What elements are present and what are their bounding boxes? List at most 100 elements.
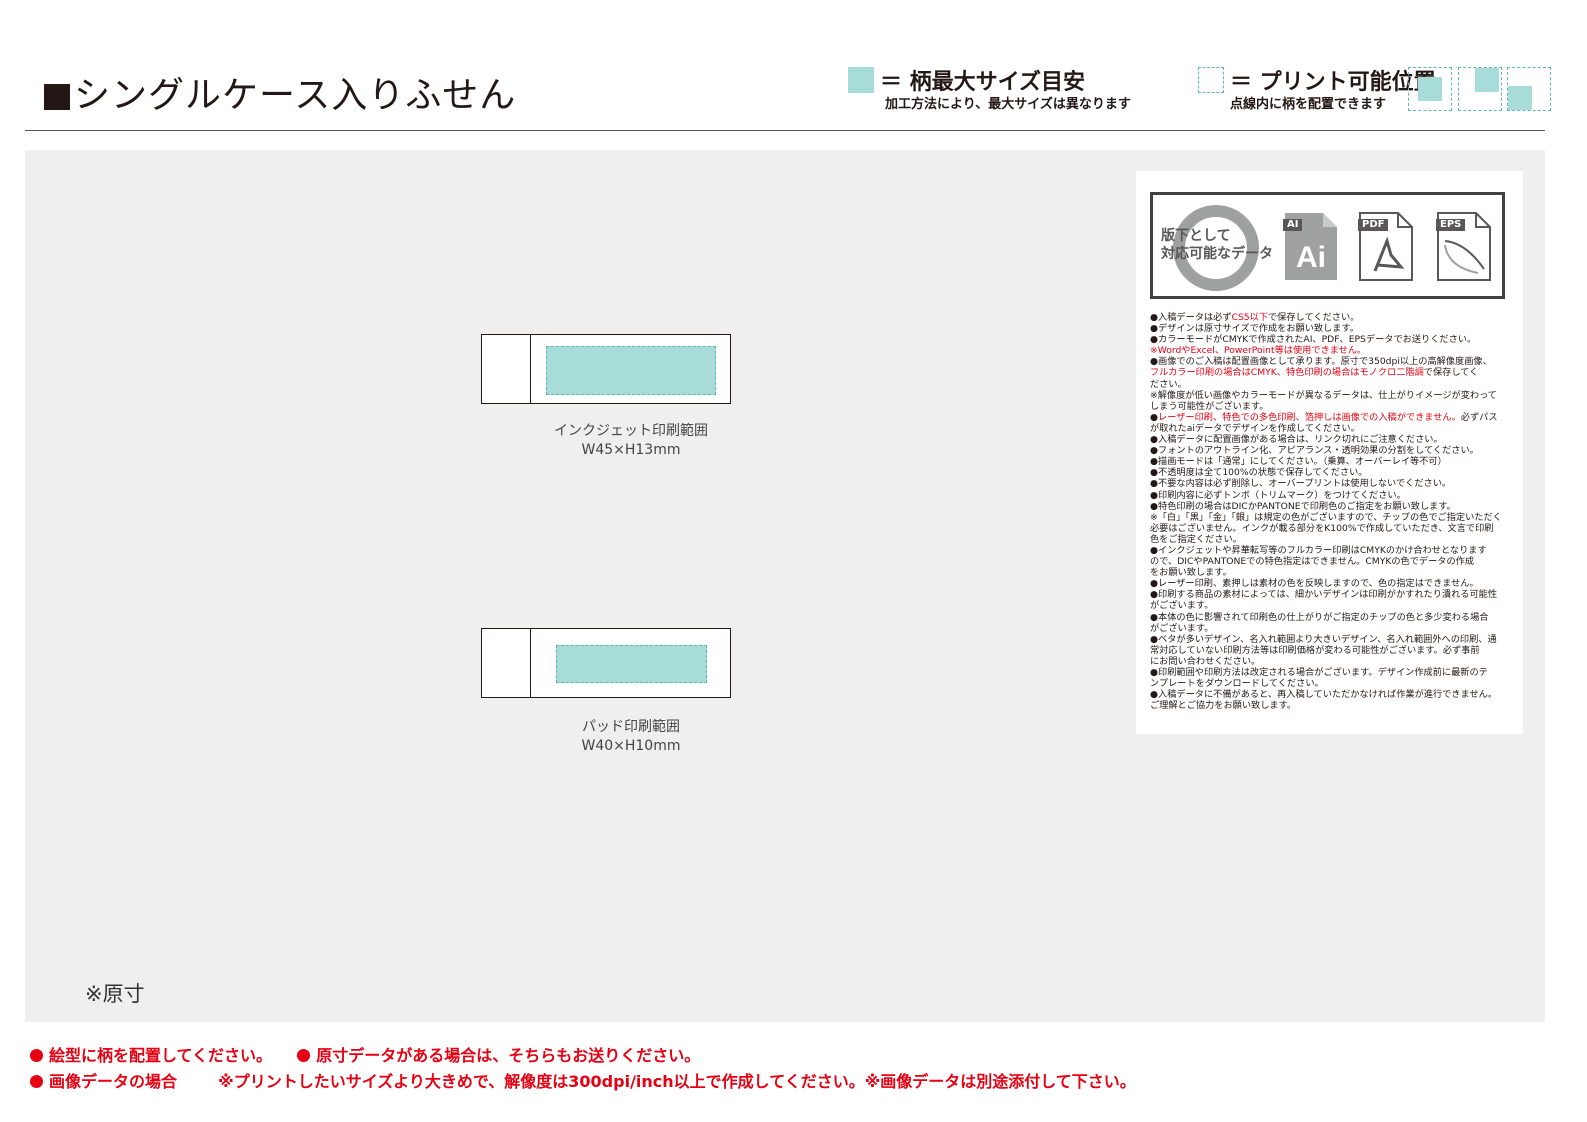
print-position-swatch [1198, 67, 1224, 93]
pdf-file-icon: PDF [1358, 211, 1414, 282]
data-rule-text: ださい。 [1150, 378, 1187, 390]
data-rule-text: ●デザインは原寸サイズで作成をお願い致します。 [1150, 323, 1359, 335]
data-rule-item: ●ベタが多いデザイン、名入れ範囲より大きいデザイン、名入れ範囲外への印刷、通 [1150, 634, 1512, 645]
data-rule-text: ●印刷する商品の素材によっては、細かいデザインは印刷がかすれたり潰れる可能性 [1150, 589, 1498, 601]
data-rule-item: ●入稿データは必ずCS5以下で保存してください。 [1150, 312, 1512, 323]
data-rule-text: がございます。 [1150, 622, 1214, 634]
case-cap-line [530, 335, 531, 403]
data-rule-text: ●不透明度は全て100%の状態で保存してください。 [1150, 467, 1368, 479]
red-bullet-icon [297, 1049, 311, 1062]
pad-area-name: パッド印刷範囲 [582, 719, 680, 735]
page-title: シングルケース入りふせん [44, 74, 516, 118]
data-rule-text: ●不要な内容は必ず削除し、オーバープリントは使用しないでください。 [1150, 478, 1452, 490]
legend-max-size-label: ＝ 柄最大サイズ目安 [880, 70, 1085, 95]
data-rule-text: 必ずパス [1460, 411, 1498, 423]
data-rule-item: ●インクジェットや昇華転写等のフルカラー印刷はCMYKのかけ合わせとなります [1150, 545, 1512, 556]
inkjet-print-area[interactable] [546, 346, 716, 395]
data-rule-item: が取れたaiデータでデザインを作成してください。 [1150, 423, 1512, 434]
data-rule-item: ので、DICやPANTONEでの特色指定はできません。CMYKの色でデータの作成 [1150, 556, 1512, 567]
data-rule-text: で保存してく [1423, 367, 1479, 379]
page-title-text: シングルケース入りふせん [74, 75, 517, 116]
product-case-inkjet [481, 334, 731, 404]
placement-fill [1418, 77, 1442, 101]
ai-file-label: AI [1283, 219, 1303, 231]
data-rule-item: ださい。 [1150, 379, 1512, 390]
data-rule-item: ンプレートをダウンロードしてください。 [1150, 678, 1512, 689]
supported-formats-label: 版下として 対応可能なデータ [1161, 227, 1273, 263]
data-rule-text: ご理解とご協力をお願い致します。 [1150, 700, 1297, 712]
data-rule-item: にお問い合わせください。 [1150, 656, 1512, 667]
data-rule-text: にお問い合わせください。 [1150, 655, 1261, 667]
data-rule-item: ご理解とご協力をお願い致します。 [1150, 700, 1512, 711]
data-rules-list: ●入稿データは必ずCS5以下で保存してください。 ●デザインは原寸サイズで作成をお… [1150, 312, 1512, 711]
data-rule-item: がございます。 [1150, 623, 1512, 634]
data-rule-item: ●カラーモードがCMYKで作成されたAI、PDF、EPSデータでお送りください。 [1150, 334, 1512, 345]
data-rule-item: しまう可能性がございます。 [1150, 401, 1512, 412]
data-rule-item: ●フォントのアウトライン化、アピアランス・透明効果の分割をしてください。 [1150, 445, 1512, 456]
pad-area-caption: パッド印刷範囲 W40×H10mm [481, 718, 781, 756]
data-rule-item: ●印刷内容に必ずトンボ（トリムマーク）をつけてください。 [1150, 490, 1512, 501]
data-rule-item: ※WordやExcel、PowerPoint等は使用できません。 [1150, 345, 1512, 356]
data-rule-text: ンプレートをダウンロードしてください。 [1150, 678, 1324, 690]
pad-print-area[interactable] [556, 645, 707, 683]
ai-file-icon: Ai AI [1283, 211, 1339, 282]
data-rule-text: ●ベタが多いデザイン、名入れ範囲より大きいデザイン、名入れ範囲外への印刷、通 [1150, 633, 1497, 645]
data-rule-text: 色をご指定ください。 [1150, 533, 1242, 545]
data-rule-warning-text: フルカラー印刷の場合はCMYK、特色印刷の場合はモノクロ二階調 [1150, 367, 1424, 379]
data-rule-text: ※解像度が低い画像やカラーモードが異なるデータは、仕上がりイメージが変わって [1150, 389, 1497, 401]
data-rule-text: ●フォントのアウトライン化、アピアランス・透明効果の分割をしてください。 [1150, 445, 1479, 457]
data-rule-text: をお願い致します。 [1150, 567, 1232, 579]
data-rule-item: ●入稿データに不備があると、再入稿していただかなければ作業が進行できません。 [1150, 689, 1512, 700]
data-rule-item: ●描画モードは「通常」にしてください。（乗算、オーバーレイ等不可） [1150, 456, 1512, 467]
data-rule-item: ※「白」「黒」「金」「銀」は規定の色がございますので、チップの色でご指定いただく [1150, 512, 1512, 523]
data-rule-item: 常対応していない印刷方法等は印刷価格が変わる可能性がございます。必ず事前 [1150, 645, 1512, 656]
title-square-icon [44, 84, 70, 110]
data-rule-text: しまう可能性がございます。 [1150, 400, 1269, 412]
pdf-file-label: PDF [1358, 219, 1389, 231]
pad-area-size: W40×H10mm [581, 738, 681, 754]
data-rule-item: ●画像でのご入稿は配置画像として承ります。原寸で350dpi以上の高解像度画像、 [1150, 356, 1512, 367]
data-rule-text: で保存してください。 [1268, 312, 1360, 323]
data-rule-item: ※解像度が低い画像やカラーモードが異なるデータは、仕上がりイメージが変わって [1150, 390, 1512, 401]
data-rule-text: 必要はございません。インクが載る部分をK100%で作成していただき、文言で印刷 [1150, 522, 1494, 534]
data-rule-text: ●入稿データに不備があると、再入稿していただかなければ作業が進行できません。 [1150, 689, 1498, 701]
data-rule-text: 常対応していない印刷方法等は印刷価格が変わる可能性がございます。必ず事前 [1150, 644, 1480, 656]
data-rule-text: ●カラーモードがCMYKで作成されたAI、PDF、EPSデータでお送りください。 [1150, 334, 1477, 346]
data-rule-text: ●インクジェットや昇華転写等のフルカラー印刷はCMYKのかけ合わせとなります [1150, 544, 1487, 556]
placement-fill [1508, 86, 1532, 110]
inkjet-area-name: インクジェット印刷範囲 [554, 423, 708, 439]
data-rule-item: ●印刷する商品の素材によっては、細かいデザインは印刷がかすれたり潰れる可能性 [1150, 589, 1512, 600]
header-divider [25, 130, 1545, 131]
data-rule-text: ので、DICやPANTONEでの特色指定はできません。CMYKの色でデータの作成 [1150, 556, 1475, 568]
red-bullet-icon [30, 1075, 43, 1088]
data-rule-text: ●入稿データに配置画像がある場合は、リンク切れにご注意ください。 [1150, 434, 1443, 446]
data-requirements-panel: 版下として 対応可能なデータ Ai AI PDF EPS ●入稿データは必ずCS… [1136, 171, 1523, 734]
data-rule-item: ●不要な内容は必ず削除し、オーバープリントは使用しないでください。 [1150, 478, 1512, 489]
footer-note-image-detail: ※プリントしたいサイズより大きめで、解像度は300dpi/inch以上で作成して… [218, 1072, 1136, 1091]
actual-size-note: ※原寸 [85, 982, 145, 1006]
red-bullet-icon [30, 1049, 43, 1062]
data-rule-item: ●不透明度は全て100%の状態で保存してください。 [1150, 467, 1512, 478]
data-rule-text: ●印刷範囲や印刷方法は改定される場合がございます。デザイン作成前に最新のテ [1150, 667, 1488, 678]
data-rule-text: ●レーザー印刷、素押しは素材の色を反映しますので、色の指定はできません。 [1150, 578, 1479, 590]
footer-note-image-data: 画像データの場合 [49, 1072, 178, 1091]
data-rule-item: ●レーザー印刷、素押しは素材の色を反映しますので、色の指定はできません。 [1150, 578, 1512, 589]
eps-file-icon: EPS [1436, 211, 1492, 282]
supported-formats-line1: 版下として [1161, 228, 1231, 244]
ai-mark: Ai [1296, 241, 1326, 274]
legend-print-position-note: 点線内に柄を配置できます [1230, 97, 1387, 112]
inkjet-area-caption: インクジェット印刷範囲 W45×H13mm [481, 422, 781, 460]
data-rule-text: ●印刷内容に必ずトンボ（トリムマーク）をつけてください。 [1150, 489, 1406, 501]
data-rule-item: 必要はございません。インクが載る部分をK100%で作成していただき、文言で印刷 [1150, 523, 1512, 534]
data-rule-item: ●入稿データに配置画像がある場合は、リンク切れにご注意ください。 [1150, 434, 1512, 445]
inkjet-area-size: W45×H13mm [581, 442, 681, 458]
data-rule-text: ●画像でのご入稿は配置画像として承ります。原寸で350dpi以上の高解像度画像、 [1150, 356, 1492, 368]
eps-file-label: EPS [1436, 219, 1466, 231]
case-cap-line [530, 629, 531, 697]
data-rule-item: がございます。 [1150, 600, 1512, 611]
max-size-swatch [848, 67, 874, 93]
footer-note-row-2: 画像データの場合 ※プリントしたいサイズより大きめで、解像度は300dpi/in… [30, 1068, 1136, 1092]
supported-formats-line2: 対応可能なデータ [1161, 246, 1273, 262]
footer-note-place-pattern: 絵型に柄を配置してください。 [49, 1046, 273, 1065]
data-rule-text: ※「白」「黒」「金」「銀」は規定の色がございますので、チップの色でご指定いただく [1150, 511, 1502, 523]
